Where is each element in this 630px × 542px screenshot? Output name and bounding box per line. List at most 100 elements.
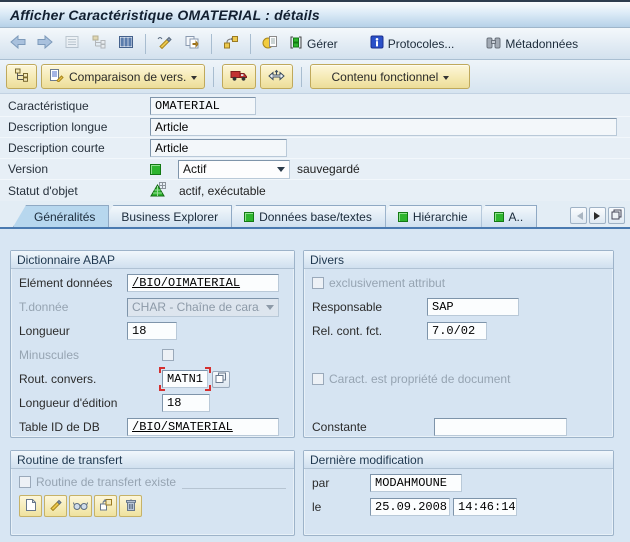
overview-button[interactable]: [60, 32, 84, 56]
table-id-db-field[interactable]: /BIO/SMATERIAL: [127, 418, 279, 436]
tab-label: Business Explorer: [121, 210, 218, 224]
copy-icon: [184, 35, 200, 52]
pencil-glasses-icon: [157, 35, 173, 52]
description-longue-field[interactable]: Article: [150, 118, 617, 136]
modifie-par-field[interactable]: MODAHMOUNE: [370, 474, 462, 492]
tree-icon: [14, 68, 29, 85]
tab-donnees-base-textes[interactable]: Données base/textes: [223, 205, 386, 227]
rout-convers-field[interactable]: MATN1: [162, 370, 208, 388]
grid-view-button[interactable]: [114, 32, 138, 56]
truck-icon: [230, 68, 248, 85]
statut-row: Statut d'objet actif, exécutable: [0, 180, 630, 201]
group-title: Routine de transfert: [11, 451, 294, 469]
element-donnees-field[interactable]: /BIO/OIMATERIAL: [127, 274, 279, 292]
tab-business-explorer[interactable]: Business Explorer: [100, 205, 232, 227]
hierarchy-view-button[interactable]: [87, 32, 111, 56]
caracteristique-label: Caractéristique: [8, 99, 150, 113]
le-label: le: [312, 500, 370, 514]
application-toolbar: Comparaison de vers. Contenu fonctionnel: [0, 60, 630, 94]
version-value: Actif: [183, 162, 206, 176]
gerer-button[interactable]: Gérer: [285, 32, 342, 56]
propriete-document-row: Caract. est propriété de document: [312, 367, 605, 391]
copy-button[interactable]: [180, 32, 204, 56]
comparaison-label: Comparaison de vers.: [69, 70, 186, 84]
tab-scroll-left-button[interactable]: [570, 207, 587, 224]
tab-hierarchie[interactable]: Hiérarchie: [377, 205, 482, 227]
menu-arrow-icon: [443, 76, 449, 83]
metadonnees-button[interactable]: Métadonnées: [482, 32, 582, 56]
hierarchy-button[interactable]: [6, 64, 37, 89]
routine-existe-row: Routine de transfert existe: [19, 471, 286, 493]
tab-scroll-controls: [570, 207, 625, 227]
longueur-field[interactable]: 18: [127, 322, 177, 340]
exclusivement-attribut-row: exclusivement attribut: [312, 271, 605, 295]
longueur-edition-field[interactable]: 18: [162, 394, 210, 412]
rel-cont-fct-row: Rel. cont. fct. 7.0/02: [312, 319, 605, 343]
responsable-row: Responsable SAP: [312, 295, 605, 319]
page-title: Afficher Caractéristique OMATERIAL : dét…: [10, 7, 320, 23]
display-change-button[interactable]: [153, 32, 177, 56]
rout-convers-row: Rout. convers. MATN1: [19, 367, 286, 391]
group-routine-transfert: Routine de transfert Routine de transfer…: [10, 450, 295, 536]
toolbar-separator: [211, 34, 212, 54]
constante-field[interactable]: [434, 418, 567, 436]
rule: [182, 475, 286, 489]
tab-scroll-right-button[interactable]: [589, 207, 606, 224]
routine-existe-label: Routine de transfert existe: [36, 475, 176, 489]
back-button[interactable]: [6, 32, 30, 56]
longueur-label: Longueur: [19, 324, 127, 338]
change-routine-button[interactable]: [94, 495, 117, 517]
binoculars-icon: [486, 36, 501, 52]
group-title: Dernière modification: [304, 451, 613, 469]
transport-button[interactable]: [260, 64, 293, 89]
group-derniere-modification: Dernière modification par MODAHMOUNE le …: [303, 450, 614, 536]
longueur-row: Longueur 18: [19, 319, 286, 343]
delete-routine-button[interactable]: [119, 495, 142, 517]
table-id-db-row: Table ID de DB /BIO/SMATERIAL: [19, 415, 286, 439]
edit-routine-button[interactable]: [44, 495, 67, 517]
time-field[interactable]: 14:46:14: [453, 498, 517, 516]
tab-strip: Généralités Business Explorer Données ba…: [0, 201, 630, 227]
tab-generalites[interactable]: Généralités: [13, 205, 109, 227]
group-title: Dictionnaire ABAP: [11, 251, 294, 269]
version-dropdown[interactable]: Actif: [178, 160, 290, 179]
responsable-field[interactable]: SAP: [427, 298, 519, 316]
description-courte-label: Description courte: [8, 141, 150, 155]
display-routine-button[interactable]: [69, 495, 92, 517]
toolbar-separator: [145, 34, 146, 54]
description-courte-row: Description courte Article: [0, 138, 630, 159]
contenu-fonctionnel-button[interactable]: Contenu fonctionnel: [310, 64, 470, 89]
toolbar-separator: [301, 67, 302, 87]
truck-button[interactable]: [222, 64, 256, 89]
rel-cont-fct-field[interactable]: 7.0/02: [427, 322, 487, 340]
glasses-icon: [73, 499, 88, 514]
minuscules-row: Minuscules: [19, 343, 286, 367]
overlapping-squares-icon: [215, 372, 227, 387]
copies-button[interactable]: [258, 32, 282, 56]
group-dictionnaire-abap: Dictionnaire ABAP Elément données /BIO/O…: [10, 250, 295, 438]
minuscules-checkbox: [162, 349, 174, 361]
trash-icon: [125, 498, 137, 515]
version-status-icon: [150, 164, 161, 175]
tree-icon: [91, 35, 107, 52]
version-label: Version: [8, 162, 150, 176]
forward-icon: [37, 35, 53, 52]
group-divers: Divers exclusivement attribut Responsabl…: [303, 250, 614, 438]
date-field[interactable]: 25.09.2008: [370, 498, 450, 516]
par-label: par: [312, 476, 370, 490]
comparaison-button[interactable]: Comparaison de vers.: [41, 64, 205, 89]
chevron-down-icon: [277, 167, 285, 176]
version-row: Version Actif sauvegardé: [0, 159, 630, 180]
multiple-values-button[interactable]: [212, 371, 230, 388]
tab-list-button[interactable]: [608, 207, 625, 224]
forward-button[interactable]: [33, 32, 57, 56]
overview-icon: [64, 35, 80, 52]
longueur-edition-row: Longueur d'édition 18: [19, 391, 286, 415]
object-version-button[interactable]: [219, 32, 243, 56]
caracteristique-field[interactable]: OMATERIAL: [150, 97, 256, 115]
tab-attributs[interactable]: A..: [473, 205, 538, 227]
grid-icon: [118, 35, 134, 52]
description-courte-field[interactable]: Article: [150, 139, 287, 157]
create-routine-button[interactable]: [19, 495, 42, 517]
protocoles-button[interactable]: Protocoles...: [366, 32, 459, 56]
